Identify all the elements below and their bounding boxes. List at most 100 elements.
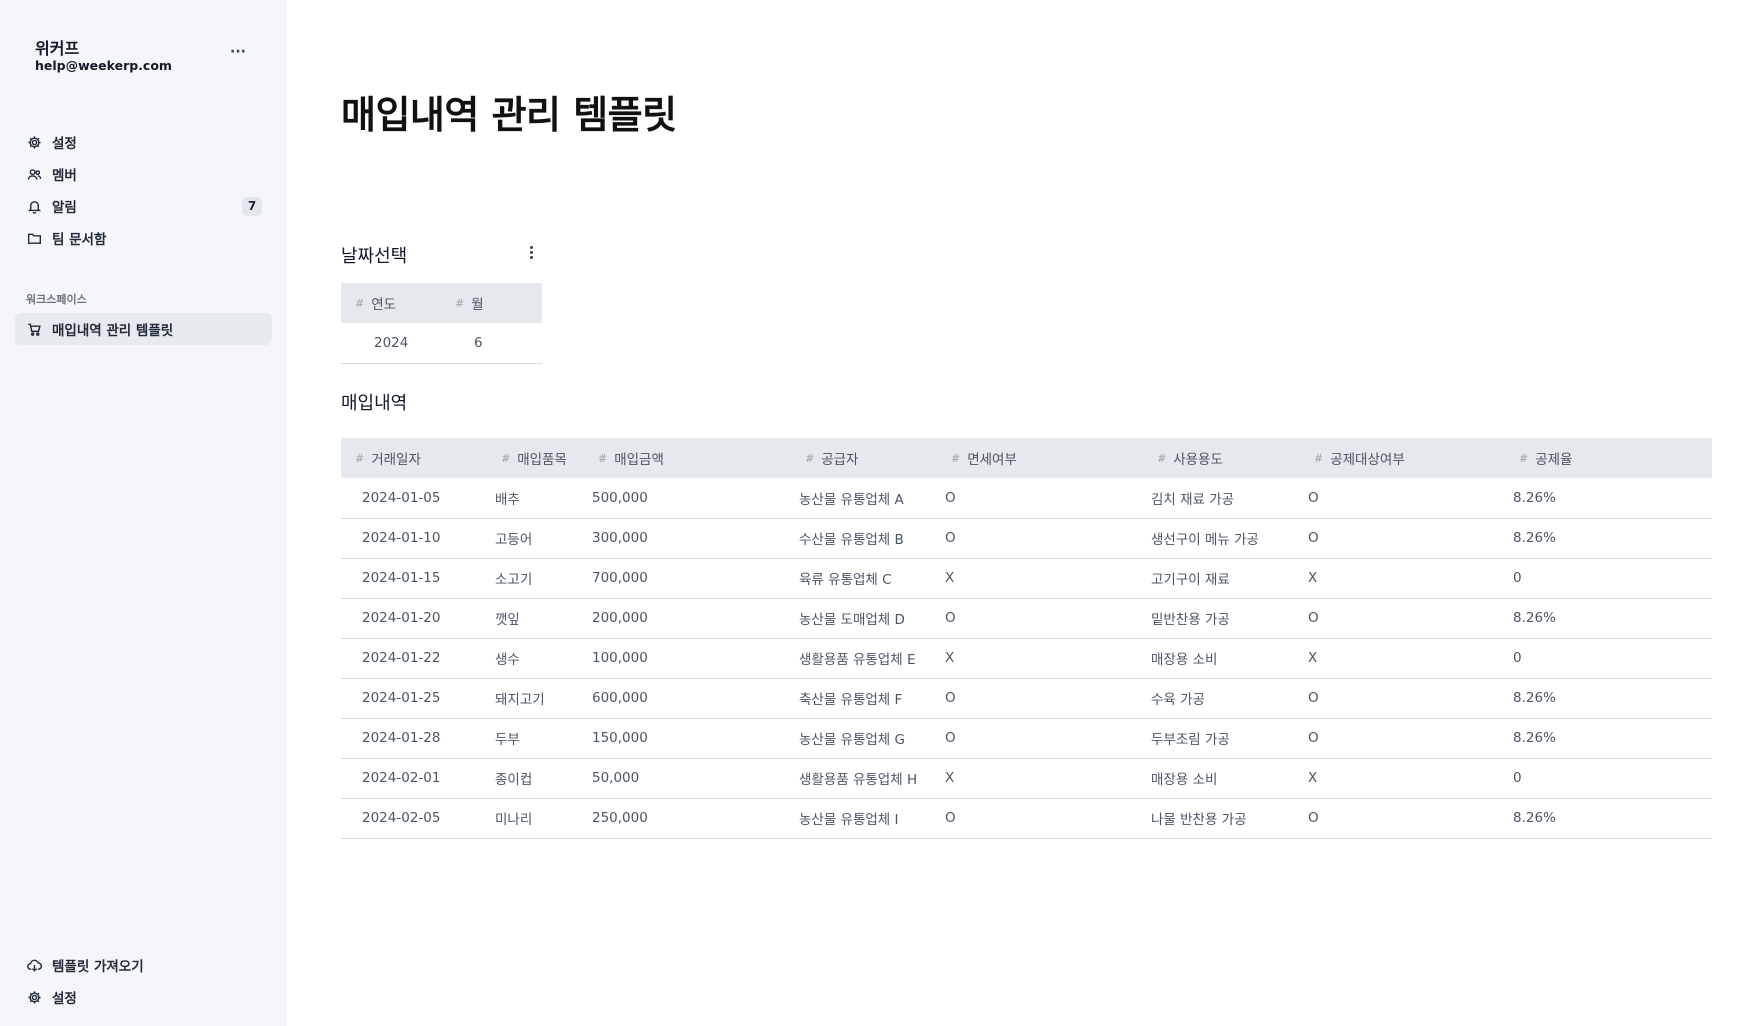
table-cell-deduction-rate[interactable]: 0 — [1505, 638, 1712, 679]
table-cell-usage[interactable]: 매장용 소비 — [1143, 638, 1300, 679]
table-cell-amount[interactable]: 600,000 — [584, 678, 791, 719]
table-cell-item[interactable]: 두부 — [487, 718, 584, 759]
table-cell-tax-exempt[interactable]: O — [937, 478, 1143, 519]
table-cell-item[interactable]: 배추 — [487, 478, 584, 519]
kebab-dot-icon — [529, 250, 533, 254]
table-cell-item[interactable]: 소고기 — [487, 558, 584, 599]
table-cell-tax-exempt[interactable]: X — [937, 758, 1143, 799]
table-cell-supplier[interactable]: 농산물 도매업체 D — [791, 598, 937, 639]
table-cell-tax-exempt[interactable]: X — [937, 638, 1143, 679]
table-cell-tax-exempt[interactable]: O — [937, 678, 1143, 719]
table-cell-amount[interactable]: 100,000 — [584, 638, 791, 679]
column-header-deductible[interactable]: # 공제대상여부 — [1300, 438, 1505, 478]
table-cell-supplier[interactable]: 생활용품 유통업체 E — [791, 638, 937, 679]
table-cell-date[interactable]: 2024-01-22 — [341, 638, 487, 679]
table-cell-month[interactable]: 6 — [441, 323, 542, 364]
date-table: # 연도 # 월 2024 6 — [341, 283, 542, 364]
table-cell-date[interactable]: 2024-02-01 — [341, 758, 487, 799]
table-cell-deductible[interactable]: X — [1300, 758, 1505, 799]
table-cell-supplier[interactable]: 육류 유통업체 C — [791, 558, 937, 599]
sidebar-item-import-template[interactable]: 템플릿 가져오기 — [15, 949, 272, 981]
table-cell-usage[interactable]: 매장용 소비 — [1143, 758, 1300, 799]
table-cell-year[interactable]: 2024 — [341, 323, 441, 364]
block-menu-button[interactable] — [524, 243, 538, 261]
column-header-item[interactable]: # 매입품목 — [487, 438, 584, 478]
table-cell-supplier[interactable]: 수산물 유통업체 B — [791, 518, 937, 559]
table-cell-usage[interactable]: 밑반찬용 가공 — [1143, 598, 1300, 639]
column-header-amount[interactable]: # 매입금액 — [584, 438, 791, 478]
sidebar-item-members[interactable]: 멤버 — [15, 158, 272, 190]
table-cell-date[interactable]: 2024-01-20 — [341, 598, 487, 639]
table-cell-deduction-rate[interactable]: 8.26% — [1505, 598, 1712, 639]
table-cell-deduction-rate[interactable]: 0 — [1505, 558, 1712, 599]
table-cell-date[interactable]: 2024-01-15 — [341, 558, 487, 599]
table-cell-supplier[interactable]: 축산물 유통업체 F — [791, 678, 937, 719]
sidebar-item-team-docs[interactable]: 팀 문서함 — [15, 222, 272, 254]
table-cell-usage[interactable]: 수육 가공 — [1143, 678, 1300, 719]
table-cell-deductible[interactable]: O — [1300, 798, 1505, 839]
workspace-more-button[interactable]: ··· — [226, 44, 250, 64]
sidebar-item-notifications[interactable]: 알림 7 — [15, 190, 272, 222]
column-header-date[interactable]: # 거래일자 — [341, 438, 487, 478]
column-header-usage[interactable]: # 사용용도 — [1143, 438, 1300, 478]
column-header-tax-exempt[interactable]: # 면세여부 — [937, 438, 1143, 478]
column-header-deduction-rate[interactable]: # 공제율 — [1505, 438, 1712, 478]
table-cell-supplier[interactable]: 농산물 유통업체 I — [791, 798, 937, 839]
table-cell-deductible[interactable]: O — [1300, 718, 1505, 759]
column-header-supplier[interactable]: # 공급자 — [791, 438, 937, 478]
table-cell-date[interactable]: 2024-01-10 — [341, 518, 487, 559]
table-cell-usage[interactable]: 김치 재료 가공 — [1143, 478, 1300, 519]
table-cell-usage[interactable]: 나물 반찬용 가공 — [1143, 798, 1300, 839]
table-cell-supplier[interactable]: 생활용품 유통업체 H — [791, 758, 937, 799]
table-cell-deductible[interactable]: O — [1300, 518, 1505, 559]
table-cell-amount[interactable]: 500,000 — [584, 478, 791, 519]
table-cell-deduction-rate[interactable]: 8.26% — [1505, 678, 1712, 719]
table-cell-tax-exempt[interactable]: O — [937, 518, 1143, 559]
column-header-month[interactable]: # 월 — [441, 283, 542, 323]
table-cell-date[interactable]: 2024-01-28 — [341, 718, 487, 759]
table-cell-deduction-rate[interactable]: 8.26% — [1505, 478, 1712, 519]
table-cell-deductible[interactable]: X — [1300, 558, 1505, 599]
table-cell-amount[interactable]: 250,000 — [584, 798, 791, 839]
table-cell-deductible[interactable]: O — [1300, 598, 1505, 639]
table-cell-deduction-rate[interactable]: 8.26% — [1505, 798, 1712, 839]
table-cell-usage[interactable]: 두부조림 가공 — [1143, 718, 1300, 759]
sidebar-item-footer-settings[interactable]: 설정 — [15, 981, 272, 1013]
column-header-label: 면세여부 — [967, 452, 1017, 468]
table-cell-date[interactable]: 2024-01-25 — [341, 678, 487, 719]
workspace-section-label: 워크스페이스 — [26, 293, 87, 306]
table-cell-deduction-rate[interactable]: 8.26% — [1505, 718, 1712, 759]
table-cell-tax-exempt[interactable]: O — [937, 798, 1143, 839]
sidebar-item-settings[interactable]: 설정 — [15, 126, 272, 158]
column-header-year[interactable]: # 연도 — [341, 283, 441, 323]
table-cell-amount[interactable]: 150,000 — [584, 718, 791, 759]
table-cell-deductible[interactable]: O — [1300, 478, 1505, 519]
table-cell-item[interactable]: 고등어 — [487, 518, 584, 559]
hash-icon: # — [1519, 451, 1529, 465]
table-cell-item[interactable]: 돼지고기 — [487, 678, 584, 719]
sidebar-item-purchase-template[interactable]: 매입내역 관리 템플릿 — [15, 313, 272, 345]
table-cell-item[interactable]: 깻잎 — [487, 598, 584, 639]
hash-icon: # — [1157, 451, 1167, 465]
table-cell-supplier[interactable]: 농산물 유통업체 G — [791, 718, 937, 759]
table-cell-item[interactable]: 종이컵 — [487, 758, 584, 799]
table-cell-deductible[interactable]: X — [1300, 638, 1505, 679]
table-cell-deductible[interactable]: O — [1300, 678, 1505, 719]
table-cell-supplier[interactable]: 농산물 유통업체 A — [791, 478, 937, 519]
table-cell-date[interactable]: 2024-01-05 — [341, 478, 487, 519]
table-cell-tax-exempt[interactable]: O — [937, 598, 1143, 639]
table-cell-amount[interactable]: 700,000 — [584, 558, 791, 599]
table-cell-deduction-rate[interactable]: 8.26% — [1505, 518, 1712, 559]
table-cell-amount[interactable]: 50,000 — [584, 758, 791, 799]
table-cell-usage[interactable]: 고기구이 재료 — [1143, 558, 1300, 599]
table-cell-item[interactable]: 미나리 — [487, 798, 584, 839]
sidebar-item-label: 알림 — [52, 200, 77, 216]
table-cell-usage[interactable]: 생선구이 메뉴 가공 — [1143, 518, 1300, 559]
table-cell-item[interactable]: 생수 — [487, 638, 584, 679]
table-cell-tax-exempt[interactable]: O — [937, 718, 1143, 759]
table-cell-tax-exempt[interactable]: X — [937, 558, 1143, 599]
table-cell-amount[interactable]: 300,000 — [584, 518, 791, 559]
table-cell-deduction-rate[interactable]: 0 — [1505, 758, 1712, 799]
table-cell-date[interactable]: 2024-02-05 — [341, 798, 487, 839]
table-cell-amount[interactable]: 200,000 — [584, 598, 791, 639]
